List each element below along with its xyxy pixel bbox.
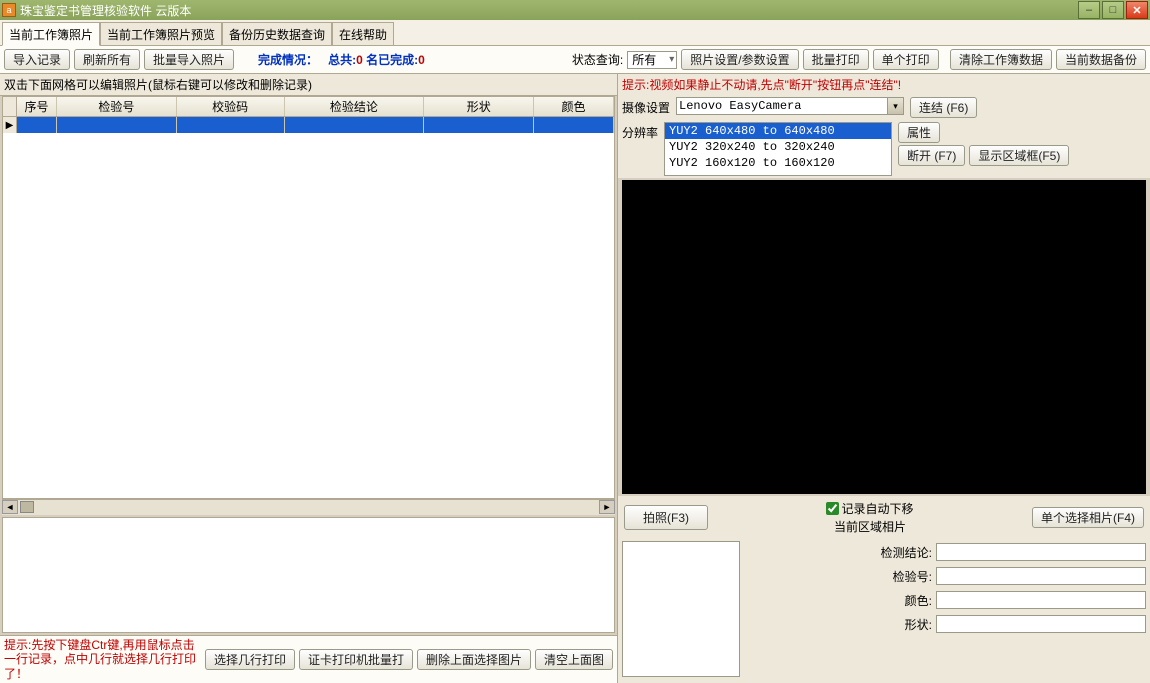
resolution-row: 分辨率 YUY2 640x480 to 640x480 YUY2 320x240… [618,120,1150,178]
select-rows-print-button[interactable]: 选择几行打印 [205,649,295,670]
grid-hint: 双击下面网格可以编辑照片(鼠标右键可以修改和删除记录) [0,74,617,96]
capture-row: 拍照(F3) 记录自动下移 当前区域相片 单个选择相片(F4) [618,496,1150,539]
shape-input[interactable] [936,615,1146,633]
minimize-button[interactable]: – [1078,1,1100,19]
grid-h-scrollbar[interactable]: ◄ ► [2,499,615,515]
color-label: 颜色: [870,592,932,609]
close-button[interactable]: ✕ [1126,1,1148,19]
refresh-button[interactable]: 刷新所有 [74,49,140,70]
properties-button[interactable]: 属性 [898,122,940,143]
batch-import-button[interactable]: 批量导入照片 [144,49,234,70]
clear-data-button[interactable]: 清除工作簿数据 [950,49,1052,70]
toolbar: 导入记录 刷新所有 批量导入照片 完成情况： 总共:0 名已完成:0 状态查询:… [0,46,1150,74]
show-area-box-button[interactable]: 显示区域框(F5) [969,145,1069,166]
data-grid[interactable]: 序号 检验号 校验码 检验结论 形状 颜色 ▶ [2,96,615,499]
row-indicator-icon: ▶ [3,117,17,133]
photo-fields-row: 检测结论: 检验号: 颜色: 形状: [618,539,1150,683]
import-button[interactable]: 导入记录 [4,49,70,70]
status-label: 完成情况： 总共:0 名已完成:0 [258,51,425,68]
status-query-select[interactable]: 所有 [627,51,677,69]
result-input[interactable] [936,543,1146,561]
resolution-label: 分辨率 [622,122,658,141]
message-area [2,517,615,633]
tab-bar: 当前工作簿照片 当前工作簿照片预览 备份历史数据查询 在线帮助 [0,20,1150,46]
scroll-left-icon[interactable]: ◄ [2,500,18,514]
right-pane: 提示:视频如果静止不动请,先点"断开"按钮再点"连结"! 摄像设置 Lenovo… [618,74,1150,683]
camera-select[interactable]: Lenovo EasyCamera ▾ [676,97,904,115]
card-printer-batch-button[interactable]: 证卡打印机批量打 [299,649,413,670]
list-item[interactable]: YUY2 640x480 to 640x480 [665,123,891,139]
tab-history[interactable]: 备份历史数据查询 [222,22,332,45]
shape-label: 形状: [870,616,932,633]
camera-row: 摄像设置 Lenovo EasyCamera ▾ 连结 (F6) [618,95,1150,120]
video-hint: 提示:视频如果静止不动请,先点"断开"按钮再点"连结"! [618,74,1150,95]
query-label: 状态查询: [572,51,623,68]
window-title: 珠宝鉴定书管理核验软件 云版本 [20,2,1078,19]
grid-body[interactable]: ▶ [3,117,614,498]
color-input[interactable] [936,591,1146,609]
grid-header: 序号 检验号 校验码 检验结论 形状 颜色 [3,97,614,117]
table-row[interactable]: ▶ [3,117,614,133]
tab-photos[interactable]: 当前工作簿照片 [2,22,100,46]
disconnect-button[interactable]: 断开 (F7) [898,145,965,166]
backup-button[interactable]: 当前数据备份 [1056,49,1146,70]
left-pane: 双击下面网格可以编辑照片(鼠标右键可以修改和删除记录) 序号 检验号 校验码 检… [0,74,618,683]
photo-preview [622,541,740,677]
delete-selected-button[interactable]: 删除上面选择图片 [417,649,531,670]
maximize-button[interactable]: □ [1102,1,1124,19]
connect-button[interactable]: 连结 (F6) [910,97,977,118]
col-check-num[interactable]: 检验号 [57,97,177,116]
chevron-down-icon[interactable]: ▾ [887,98,903,114]
scroll-thumb[interactable] [20,501,34,513]
current-area-label: 当前区域相片 [834,520,906,534]
title-bar: a 珠宝鉴定书管理核验软件 云版本 – □ ✕ [0,0,1150,20]
photo-settings-button[interactable]: 照片设置/参数设置 [681,49,798,70]
single-print-button[interactable]: 单个打印 [873,49,939,70]
single-select-photo-button[interactable]: 单个选择相片(F4) [1032,507,1144,528]
col-result[interactable]: 检验结论 [285,97,425,116]
check-num-label: 检验号: [870,568,932,585]
col-seq[interactable]: 序号 [17,97,57,116]
col-shape[interactable]: 形状 [424,97,534,116]
app-icon: a [2,3,16,17]
camera-label: 摄像设置 [622,97,670,116]
bottom-action-row: 提示:先按下键盘Ctr键,再用鼠标点击一行记录，点中几行就选择几行打印了！ 选择… [0,635,617,683]
list-item[interactable]: YUY2 320x240 to 320x240 [665,139,891,155]
tab-preview[interactable]: 当前工作簿照片预览 [100,22,222,45]
print-hint: 提示:先按下键盘Ctr键,再用鼠标点击一行记录，点中几行就选择几行打印了！ [4,638,201,681]
col-verify-code[interactable]: 校验码 [177,97,285,116]
col-color[interactable]: 颜色 [534,97,614,116]
auto-down-input[interactable] [826,502,839,515]
scroll-right-icon[interactable]: ► [599,500,615,514]
capture-button[interactable]: 拍照(F3) [624,505,708,530]
result-label: 检测结论: [870,544,932,561]
auto-down-checkbox[interactable]: 记录自动下移 [826,500,913,517]
resolution-list[interactable]: YUY2 640x480 to 640x480 YUY2 320x240 to … [664,122,892,176]
batch-print-button[interactable]: 批量打印 [803,49,869,70]
clear-above-button[interactable]: 清空上面图 [535,649,613,670]
tab-help[interactable]: 在线帮助 [332,22,394,45]
check-num-input[interactable] [936,567,1146,585]
main-area: 双击下面网格可以编辑照片(鼠标右键可以修改和删除记录) 序号 检验号 校验码 检… [0,74,1150,683]
video-preview [622,180,1146,494]
list-item[interactable]: YUY2 160x120 to 160x120 [665,155,891,171]
